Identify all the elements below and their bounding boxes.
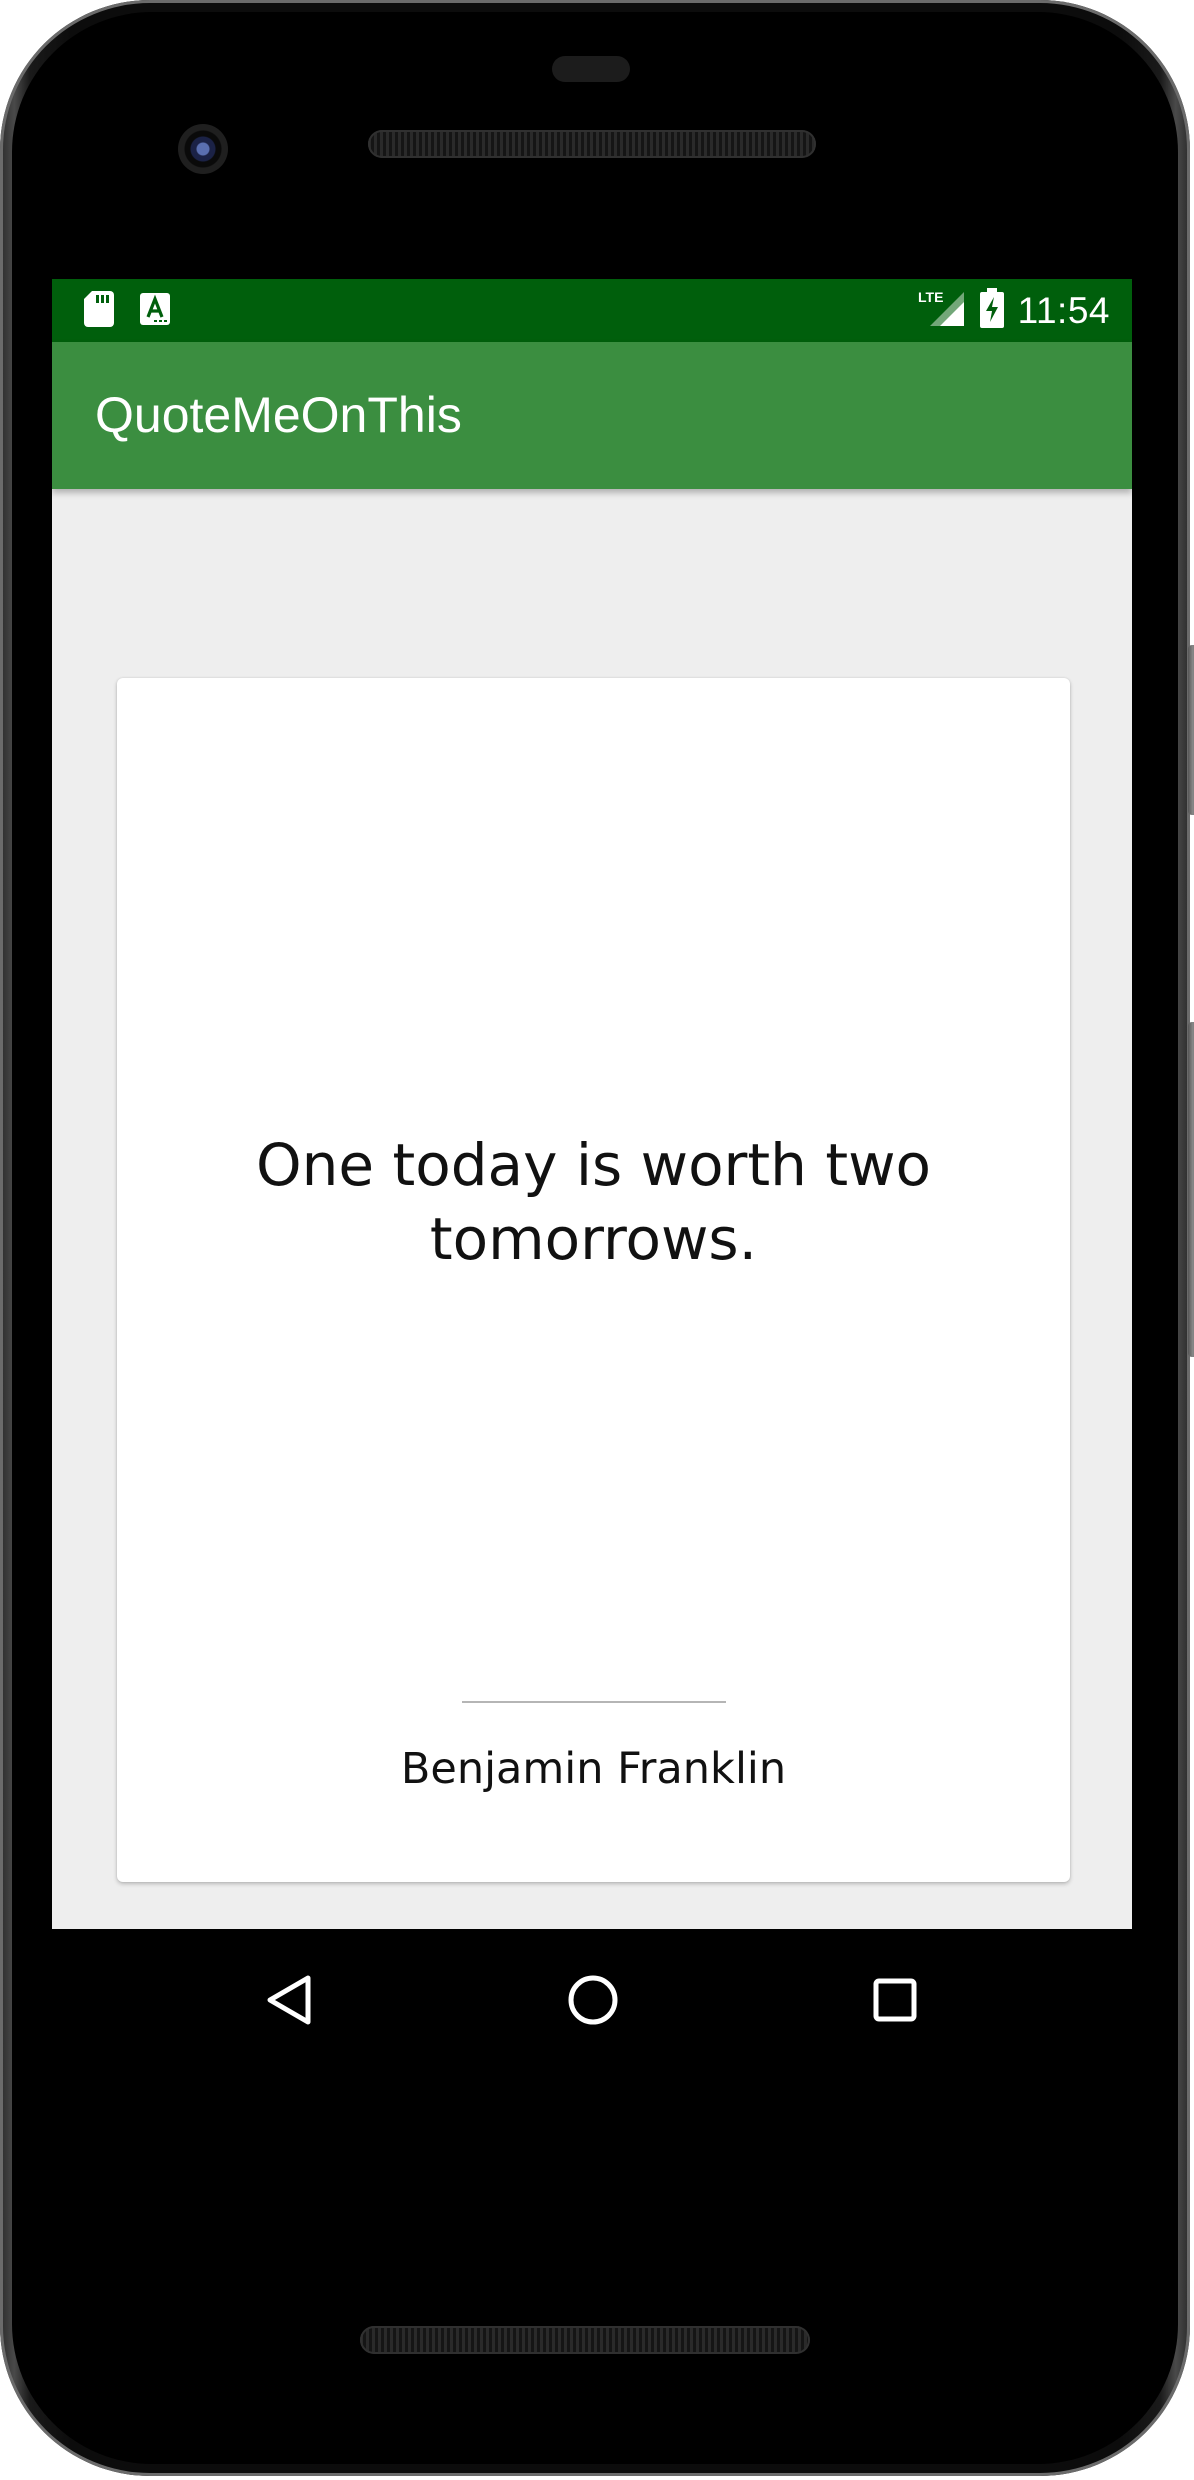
- battery-charging-icon: [979, 288, 1004, 333]
- status-system-icons: LTE 11:54: [918, 279, 1110, 342]
- status-notifications: [84, 291, 170, 327]
- app-bar: QuoteMeOnThis: [52, 342, 1132, 489]
- lte-label: LTE: [918, 289, 943, 305]
- power-button: [1188, 645, 1194, 815]
- bottom-speaker-grille: [360, 2326, 810, 2354]
- quote-card[interactable]: One today is worth two tomorrows. Benjam…: [117, 678, 1070, 1882]
- lte-signal-icon: LTE: [918, 288, 966, 333]
- home-icon: [568, 1975, 618, 2025]
- status-time: 11:54: [1017, 289, 1110, 331]
- volume-button: [1188, 1022, 1194, 1357]
- app-title: QuoteMeOnThis: [95, 387, 462, 443]
- back-icon: [267, 1975, 311, 2025]
- navigation-bar: [52, 1929, 1132, 2071]
- top-speaker-grille: [368, 130, 816, 158]
- main-content: One today is worth two tomorrows. Benjam…: [52, 489, 1132, 1929]
- screen: LTE 11:54 QuoteMeOnThis One today is wor…: [52, 279, 1132, 2071]
- sd-card-icon: [84, 291, 114, 327]
- quote-author: Benjamin Franklin: [400, 1744, 787, 1794]
- quote-divider: [462, 1701, 726, 1703]
- quote-text: One today is worth two tomorrows.: [255, 1131, 931, 1273]
- recents-icon: [873, 1978, 917, 2022]
- home-button[interactable]: [523, 1929, 663, 2071]
- status-bar: LTE 11:54: [52, 279, 1132, 342]
- front-camera-icon: [178, 124, 228, 174]
- phone-frame: LTE 11:54 QuoteMeOnThis One today is wor…: [0, 0, 1194, 2476]
- a-notification-icon: [140, 293, 170, 325]
- recents-button[interactable]: [825, 1929, 965, 2071]
- back-button[interactable]: [219, 1929, 359, 2071]
- earpiece: [552, 56, 630, 82]
